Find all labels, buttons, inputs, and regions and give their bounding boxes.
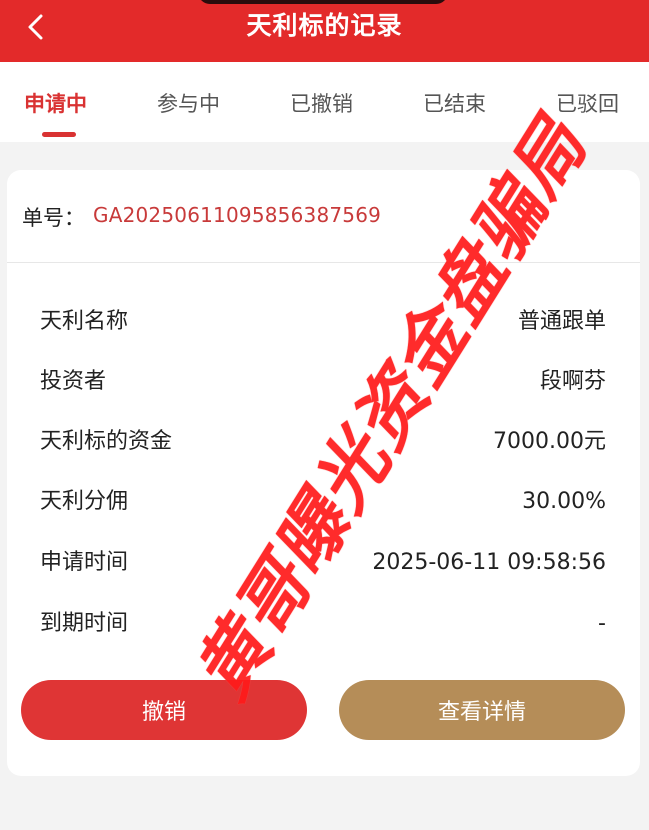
detail-row-expiry-time: 到期时间 -	[7, 604, 640, 644]
detail-row-amount: 天利标的资金 7000.00元	[7, 422, 640, 462]
order-number-row: 单号： GA2025061109585638756​9	[7, 170, 640, 263]
detail-row-commission: 天利分佣 30.00%	[7, 482, 640, 522]
order-number-label: 单号：	[22, 206, 85, 230]
detail-label: 到期时间	[40, 611, 129, 636]
detail-label: 天利名称	[40, 309, 129, 334]
camera-notch	[198, 0, 448, 4]
detail-value: -	[598, 611, 606, 636]
tab-applying[interactable]: 申请中	[24, 88, 87, 118]
tab-revoked[interactable]: 已撤销	[290, 88, 353, 118]
detail-row-investor: 投资者 段啊芬	[7, 362, 640, 402]
detail-label: 申请时间	[40, 550, 129, 575]
record-card: 单号： GA2025061109585638756​9 天利名称 普通跟单 投资…	[7, 170, 640, 776]
active-tab-indicator	[42, 132, 76, 137]
tab-participating[interactable]: 参与中	[157, 88, 220, 118]
detail-label: 投资者	[40, 369, 107, 394]
detail-label: 天利分佣	[40, 489, 129, 514]
detail-value: 7000.00元	[493, 429, 606, 454]
detail-value: 段啊芬	[539, 369, 606, 394]
page-title: 天利标的记录	[246, 11, 403, 40]
detail-label: 天利标的资金	[40, 429, 173, 454]
order-number-value: GA2025061109585638756​9	[93, 203, 382, 227]
tab-rejected[interactable]: 已驳回	[556, 88, 619, 118]
detail-row-plan-name: 天利名称 普通跟单	[7, 302, 640, 342]
app-header: 天利标的记录	[0, 0, 649, 62]
status-tab-bar: 申请中 参与中 已撤销 已结束 已驳回	[0, 62, 649, 142]
detail-value: 普通跟单	[517, 309, 606, 334]
detail-row-apply-time: 申请时间 2025-06-11 09:58:56	[7, 543, 640, 583]
detail-value: 2025-06-11 09:58:56	[372, 550, 606, 575]
detail-value: 30.00%	[522, 489, 606, 514]
cancel-button[interactable]: 撤销	[21, 680, 307, 740]
tab-finished[interactable]: 已结束	[423, 88, 486, 118]
view-details-button[interactable]: 查看详情	[339, 680, 625, 740]
